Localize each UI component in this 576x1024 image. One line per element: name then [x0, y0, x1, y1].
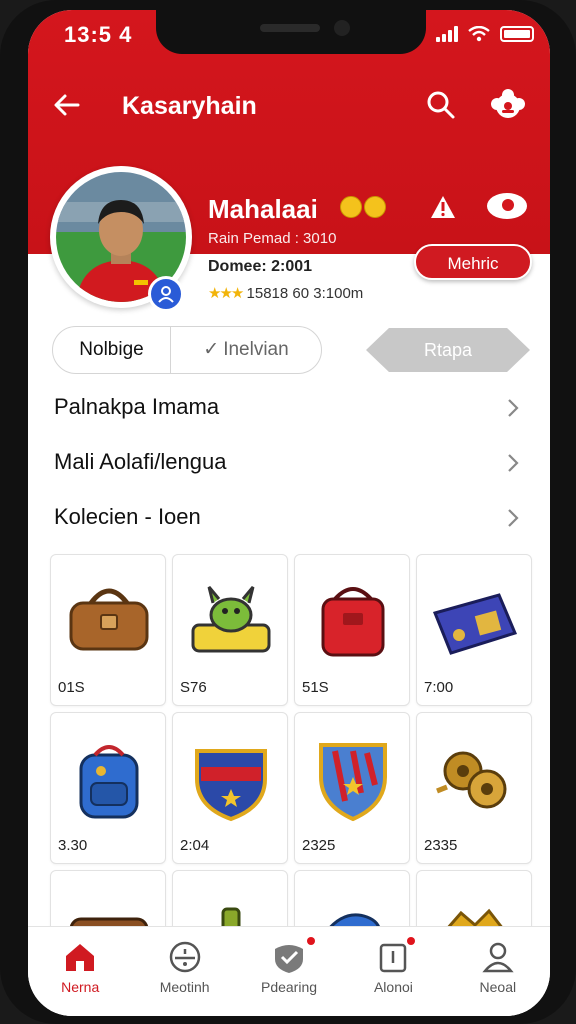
team-crest-icon [195, 749, 267, 822]
tab-explore[interactable]: Meotinh [132, 927, 236, 1016]
profile-name: Mahalaai [208, 194, 318, 224]
blue-pouch-icon [432, 593, 518, 655]
stat-line-rating: ★★★ 15818 60 3:100m [208, 285, 364, 302]
segmented-control: Nolbige ✓ Inelvian [52, 326, 322, 374]
status-time: 13:5 4 [64, 22, 133, 47]
check-icon: ✓ [203, 339, 220, 360]
page-title: Kasaryhain [122, 92, 257, 120]
blue-backpack-icon [79, 745, 139, 819]
stat-line-balance: Domee: 2:001 [208, 258, 313, 275]
grid-card[interactable]: 2325 [294, 712, 410, 864]
list-item[interactable]: Mali Aolafi/lengua [28, 435, 550, 490]
tab-notifications[interactable]: Alonoi [341, 927, 445, 1016]
back-arrow-icon[interactable] [52, 90, 82, 120]
grid-card[interactable]: S76 [172, 554, 288, 706]
green-creature-bag-icon [191, 586, 271, 653]
emoji-laugh-icon [364, 196, 386, 218]
cellular-signal-icon [436, 26, 458, 42]
red-backpack-icon [321, 587, 385, 657]
settings-gear-icon[interactable] [490, 88, 526, 124]
check-shield-icon [275, 945, 304, 973]
emoji-face-icon [340, 196, 362, 218]
notification-icon [380, 943, 407, 973]
profile-icon [482, 942, 514, 973]
notification-dot [306, 937, 315, 945]
verified-badge-icon [148, 276, 184, 312]
search-icon[interactable] [426, 90, 456, 120]
grid-card[interactable]: 2:04 [172, 712, 288, 864]
list-item[interactable]: Palnakpa Imama [28, 380, 550, 435]
rating-stars-icon: ★★★ [208, 285, 244, 302]
battery-icon [500, 26, 534, 42]
tab-activity[interactable]: Pdearing [237, 927, 341, 1016]
tab-home[interactable]: Nerna [28, 927, 132, 1016]
device-notch [156, 10, 426, 54]
tab-profile[interactable]: Neoal [446, 927, 550, 1016]
emoji-badges [340, 196, 386, 218]
triangle-warning-icon[interactable] [428, 192, 458, 222]
chevron-right-icon [508, 454, 519, 472]
leather-bag-icon [69, 588, 149, 651]
segment-option-2[interactable]: ✓ Inelvian [171, 327, 321, 373]
compass-icon [169, 941, 200, 973]
chevron-right-icon [508, 399, 519, 417]
bottom-tab-bar: Nerna Meotinh Pdearing Alonoi Neoal [28, 926, 550, 1016]
grid-card[interactable]: 7:00 [416, 554, 532, 706]
grid-card[interactable]: 51S [294, 554, 410, 706]
arrow-action-button[interactable]: Rtapa [366, 328, 530, 372]
home-icon [66, 944, 95, 971]
grid-card[interactable]: 01S [50, 554, 166, 706]
grid-card[interactable]: 3.30 [50, 712, 166, 864]
wifi-icon [468, 26, 490, 42]
notification-dot [407, 937, 416, 945]
golden-gears-icon [436, 751, 507, 809]
status-icons [436, 26, 534, 42]
chevron-right-icon [508, 509, 519, 527]
app-screen: 13:5 4 Kasaryhain Mahalaai Rain Pemad: … [28, 10, 550, 1016]
shield-crest-icon [319, 743, 387, 822]
eye-view-icon[interactable] [486, 190, 528, 222]
list-item[interactable]: Kolecien - Ioen [28, 490, 550, 545]
profile-subtitle: Rain Pemad : 3010 [208, 230, 337, 247]
metric-button[interactable]: Mehric [414, 244, 532, 280]
segment-option-1[interactable]: Nolbige [53, 327, 171, 373]
grid-card[interactable]: 2335 [416, 712, 532, 864]
phone-frame: 13:5 4 Kasaryhain Mahalaai Rain Pemad: … [0, 0, 576, 1024]
top-bar: Kasaryhain [28, 80, 550, 130]
menu-list: Palnakpa Imama Mali Aolafi/lengua Koleci… [28, 380, 550, 545]
